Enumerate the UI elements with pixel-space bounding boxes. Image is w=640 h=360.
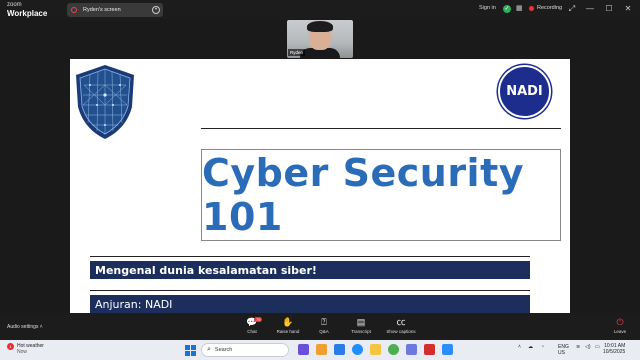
divider-middle (90, 256, 530, 257)
cc-icon: ㏄ (396, 317, 406, 327)
volume-icon[interactable]: ◁) (585, 344, 591, 350)
recording-label: Recording (537, 5, 563, 11)
security-shield-icon[interactable]: ✓ (503, 5, 511, 13)
shared-screen-tab[interactable]: Ryden's screen • (67, 3, 163, 17)
tab-label: Ryden's screen (83, 7, 121, 13)
chat-label: Chat (247, 329, 257, 334)
cyber-shield-logo-icon (70, 63, 140, 141)
slide-subtitle: Mengenal dunia kesalamatan siber! (95, 263, 317, 277)
weather-alert-icon: 1 (7, 343, 14, 350)
widgets-icon[interactable] (316, 344, 327, 355)
recording-indicator[interactable]: Recording (529, 5, 562, 11)
taskbar-clock[interactable]: 10:01 AM 10/5/2025 (603, 343, 625, 355)
participant-hair (307, 21, 333, 32)
edge-browser-icon[interactable] (352, 344, 363, 355)
maximize-button[interactable]: ☐ (604, 4, 614, 13)
chrome-browser-icon[interactable] (388, 344, 399, 355)
participant-video-tile[interactable]: Ryden (287, 20, 353, 58)
file-explorer-icon[interactable] (334, 344, 345, 355)
tray-app-icon[interactable]: ☁ (528, 344, 533, 350)
raise-hand-button[interactable]: ✋ Raise hand (271, 316, 305, 334)
audio-settings-button[interactable]: Audio settings ˄ (7, 324, 43, 330)
divider-top (201, 128, 561, 129)
qa-icon: ⍰ (321, 317, 327, 327)
battery-icon[interactable]: ▭ (595, 344, 600, 350)
transcript-label: Transcript (351, 329, 371, 334)
hand-icon: ✋ (282, 317, 294, 327)
region-label: US (558, 350, 565, 356)
clock-date: 10/5/2025 (603, 349, 626, 355)
fullscreen-icon[interactable]: ⤢ (567, 4, 577, 14)
chat-icon: 💬 (246, 317, 258, 327)
search-placeholder: Search (214, 347, 233, 353)
view-grid-icon[interactable]: ▦ (516, 5, 525, 13)
store-icon[interactable] (406, 344, 417, 355)
language-indicator[interactable]: ENG US (558, 344, 569, 356)
transcript-button[interactable]: ▤ Transcript (344, 316, 378, 334)
chat-button[interactable]: 💬 79 Chat (235, 316, 269, 334)
security-app-icon[interactable] (424, 344, 435, 355)
zoom-brand: zoom Workplace (7, 2, 48, 18)
tab-options-icon[interactable]: • (152, 6, 160, 14)
search-icon: ⌕ (207, 346, 211, 353)
brand-workplace: Workplace (7, 9, 48, 18)
task-view-icon[interactable] (298, 344, 309, 355)
wifi-icon[interactable]: ≋ (576, 344, 580, 350)
slide-organizer: Anjuran: NADI (95, 297, 173, 311)
qa-label: Q&A (319, 329, 329, 334)
folder-icon[interactable] (370, 344, 381, 355)
share-indicator-icon (71, 7, 77, 13)
recording-dot-icon (529, 5, 534, 11)
participant-name: Ryden (288, 49, 306, 56)
transcript-icon: ▤ (356, 317, 366, 327)
slide-title: Cyber Security 101 (202, 151, 525, 239)
divider-bottom (90, 290, 530, 291)
taskbar-search-box[interactable]: ⌕ Search (201, 343, 289, 357)
start-button-icon[interactable] (185, 345, 196, 356)
slide-title-box: Cyber Security 101 (201, 149, 561, 241)
leave-icon: ⏻ (616, 317, 624, 327)
meeting-controls-bar: Audio settings ˄ 💬 79 Chat ✋ Raise hand … (0, 313, 640, 340)
zoom-title-bar: zoom Workplace Ryden's screen • Sign in … (0, 0, 640, 19)
weather-widget[interactable]: 1 Hot weather Now (7, 343, 44, 355)
captions-button[interactable]: ㏄ Show captions (384, 316, 418, 334)
sign-in-link[interactable]: Sign in (479, 5, 496, 11)
minimize-button[interactable]: — (585, 4, 595, 13)
tray-overflow-icon[interactable]: ˄ (518, 344, 521, 350)
brand-zoom: zoom (7, 2, 22, 8)
qa-button[interactable]: ⍰ Q&A (307, 316, 341, 334)
audio-settings-label: Audio settings (7, 324, 39, 330)
captions-label: Show captions (386, 329, 416, 334)
raise-hand-label: Raise hand (276, 329, 300, 334)
leave-label: Leave (613, 329, 627, 334)
chat-badge: 79 (254, 317, 263, 322)
tray-sync-icon[interactable]: ◔ (541, 344, 544, 350)
leave-button[interactable]: ⏻ Leave (608, 316, 632, 334)
zoom-app-icon[interactable] (442, 344, 453, 355)
close-button[interactable]: ✕ (623, 4, 633, 13)
weather-sub: Now (17, 349, 28, 355)
windows-taskbar: 1 Hot weather Now ⌕ Search ˄ ☁ ◔ ENG US ≋… (0, 340, 640, 360)
organizer-banner: Anjuran: NADI (90, 295, 530, 313)
subtitle-banner: Mengenal dunia kesalamatan siber! (90, 261, 530, 279)
nadi-logo: NADI (498, 65, 551, 118)
shared-slide: NADI Cyber Security 101 Mengenal dunia k… (70, 59, 570, 313)
